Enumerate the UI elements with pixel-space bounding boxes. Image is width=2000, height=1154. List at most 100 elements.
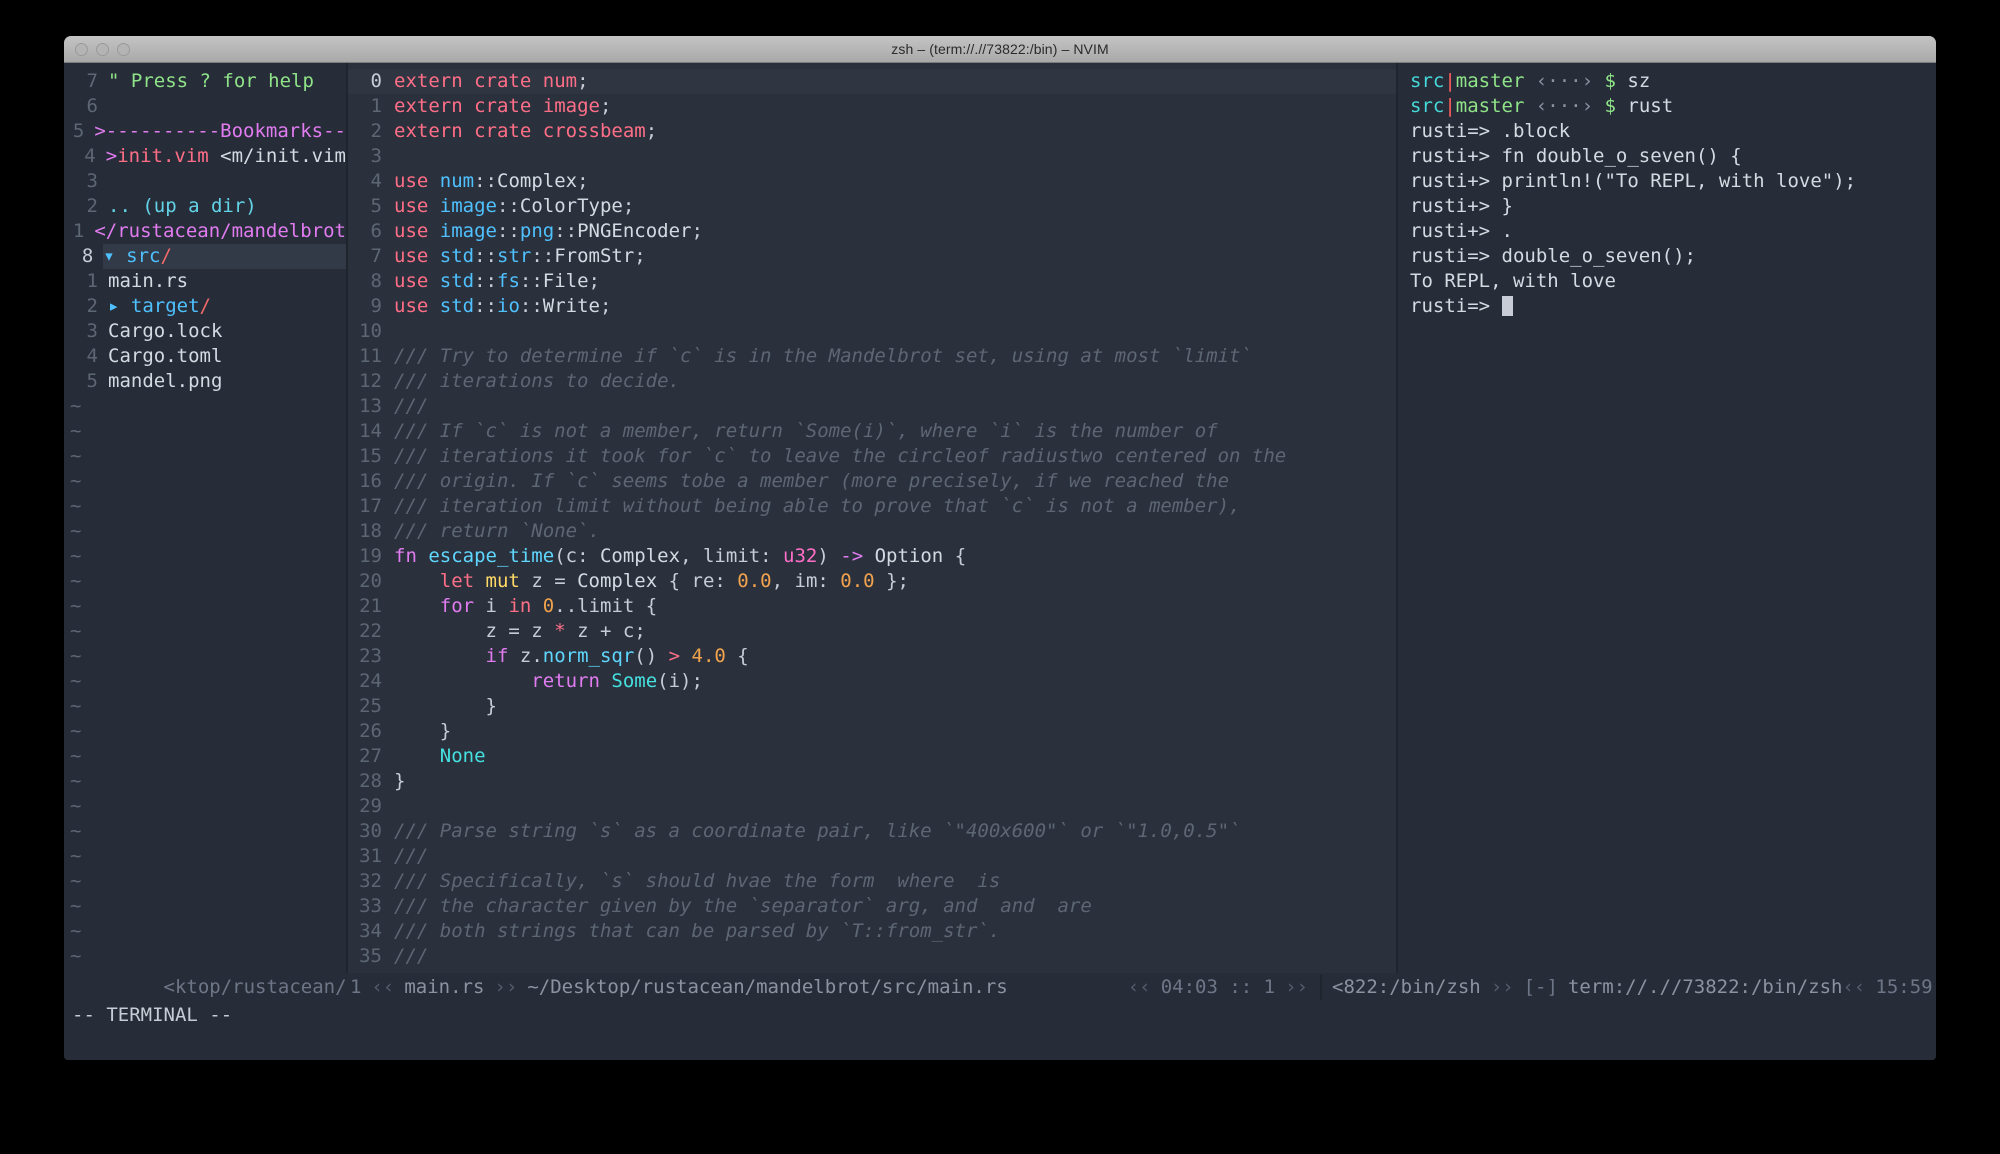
- code-line-number: 13: [359, 395, 382, 417]
- statusline-term-pos-sep-left: ‹‹: [1842, 975, 1866, 998]
- nerdtree-filler-row: ~: [64, 669, 346, 694]
- nerdtree-row[interactable]: 3 Cargo.lock: [64, 319, 346, 344]
- code-line[interactable]: 15 /// iterations it took for `c` to leav…: [348, 444, 1396, 469]
- nerdtree-row[interactable]: 6: [64, 94, 346, 119]
- nerdtree-row[interactable]: 3: [64, 169, 346, 194]
- code-line-text: }: [439, 720, 452, 742]
- code-buffer[interactable]: 0 extern crate num; 1 extern crate image; 2 e…: [346, 63, 1396, 973]
- statusline-buffer-number: 1: [350, 975, 362, 998]
- code-line[interactable]: 11 /// Try to determine if `c` is in the …: [348, 344, 1396, 369]
- code-line[interactable]: 16 /// origin. If `c` seems tobe a member…: [348, 469, 1396, 494]
- nerdtree-entry[interactable]: Cargo.toml: [108, 344, 222, 369]
- nerdtree-line-number: 8: [81, 245, 94, 267]
- nerdtree-row[interactable]: 1 main.rs: [64, 269, 346, 294]
- nerdtree-sidebar[interactable]: 7 " Press ? for help 6 5 >----------Bookmark…: [64, 63, 346, 973]
- terminal-line: rusti+> }: [1398, 194, 1936, 219]
- nerdtree-row[interactable]: 2 .. (up a dir): [64, 194, 346, 219]
- code-line[interactable]: 17 /// iteration limit without being able…: [348, 494, 1396, 519]
- tilde-marker: ~: [70, 470, 82, 492]
- code-line[interactable]: 5 use image::ColorType;: [348, 194, 1396, 219]
- nerdtree-entry[interactable]: >init.vim <m/init.vim: [106, 144, 346, 169]
- prompt-dir: src: [1410, 70, 1445, 92]
- code-line[interactable]: 31 ///: [348, 844, 1396, 869]
- tilde-marker: ~: [70, 395, 82, 417]
- code-line[interactable]: 14 /// If `c` is not a member, return `So…: [348, 419, 1396, 444]
- nerdtree-row[interactable]: 5 mandel.png: [64, 369, 346, 394]
- code-line[interactable]: 2 extern crate crossbeam;: [348, 119, 1396, 144]
- code-line[interactable]: 4 use num::Complex;: [348, 169, 1396, 194]
- code-line[interactable]: 13 ///: [348, 394, 1396, 419]
- code-line[interactable]: 8 use std::fs::File;: [348, 269, 1396, 294]
- nerdtree-line-number: 2: [86, 295, 98, 317]
- code-line[interactable]: 27 None: [348, 744, 1396, 769]
- code-line-text: /// iterations it took for `c` to leave …: [394, 445, 1287, 467]
- code-line[interactable]: 25 }: [348, 694, 1396, 719]
- code-line-text: }: [394, 770, 406, 792]
- code-line[interactable]: 12 /// iterations to decide.: [348, 369, 1396, 394]
- cmdline-mode: -- TERMINAL --: [72, 1004, 233, 1026]
- code-line[interactable]: 22 z = z * z + c;: [348, 619, 1396, 644]
- code-line-text: z = z * z + c;: [485, 620, 646, 642]
- nerdtree-entry[interactable]: Cargo.lock: [108, 319, 222, 344]
- code-line-number: 32: [359, 870, 382, 892]
- code-line-text: ///: [394, 945, 429, 967]
- nerdtree-row[interactable]: 7 " Press ? for help: [64, 69, 346, 94]
- code-line[interactable]: 1 extern crate image;: [348, 94, 1396, 119]
- code-line-number: 4: [370, 170, 382, 192]
- nerdtree-entry[interactable]: main.rs: [108, 269, 188, 294]
- nerdtree-entry[interactable]: .. (up a dir): [108, 194, 257, 219]
- code-line-number: 14: [359, 420, 382, 442]
- code-line[interactable]: 3: [348, 144, 1396, 169]
- nerdtree-entry[interactable]: " Press ? for help: [108, 69, 314, 94]
- nerdtree-entry[interactable]: ▾ src/: [103, 244, 346, 269]
- nerdtree-entry-label: Cargo.toml: [108, 345, 223, 367]
- nerdtree-row[interactable]: 4 >init.vim <m/init.vim: [64, 144, 346, 169]
- code-line[interactable]: 28}: [348, 769, 1396, 794]
- code-line[interactable]: 30 /// Parse string `s` as a coordinate p…: [348, 819, 1396, 844]
- code-line-number: 15: [359, 445, 382, 467]
- code-line[interactable]: 24 return Some(i);: [348, 669, 1396, 694]
- code-line[interactable]: 32 /// Specifically, `s` should hvae the …: [348, 869, 1396, 894]
- nerdtree-entry[interactable]: ▸ target/: [108, 294, 211, 319]
- code-line-number: 28: [359, 770, 382, 792]
- code-line[interactable]: 10: [348, 319, 1396, 344]
- nerdtree-line-number: 5: [72, 120, 85, 142]
- nerdtree-row[interactable]: 8 ▾ src/: [64, 244, 346, 269]
- code-line[interactable]: 6 use image::png::PNGEncoder;: [348, 219, 1396, 244]
- code-line[interactable]: 21 for i in 0..limit {: [348, 594, 1396, 619]
- terminal-line: rusti+> println!("To REPL, with love");: [1398, 169, 1936, 194]
- nerdtree-row[interactable]: 2 ▸ target/: [64, 294, 346, 319]
- code-line-number: 25: [359, 695, 382, 717]
- nerdtree-line-number: 3: [86, 320, 98, 342]
- nerdtree-row[interactable]: 1 </rustacean/mandelbrot: [64, 219, 346, 244]
- nerdtree-entry[interactable]: </rustacean/mandelbrot: [94, 219, 346, 244]
- prompt-sigil: $: [1604, 95, 1616, 117]
- code-line[interactable]: 9 use std::io::Write;: [348, 294, 1396, 319]
- nerdtree-row[interactable]: 4 Cargo.toml: [64, 344, 346, 369]
- code-line[interactable]: 18 /// return `None`.: [348, 519, 1396, 544]
- code-line[interactable]: 23 if z.norm_sqr() > 4.0 {: [348, 644, 1396, 669]
- code-line-number: 19: [359, 545, 382, 567]
- nerdtree-filler-row: ~: [64, 419, 346, 444]
- code-line-number: 5: [370, 195, 382, 217]
- code-line-number: 23: [359, 645, 382, 667]
- tilde-marker: ~: [70, 795, 82, 817]
- nerdtree-entry[interactable]: >----------Bookmarks--: [94, 119, 346, 144]
- nerdtree-row[interactable]: 5 >----------Bookmarks--: [64, 119, 346, 144]
- code-line-number: 3: [370, 145, 382, 167]
- code-line-number: 12: [359, 370, 382, 392]
- code-line[interactable]: 7 use std::str::FromStr;: [348, 244, 1396, 269]
- code-line[interactable]: 20 let mut z = Complex { re: 0.0, im: 0.…: [348, 569, 1396, 594]
- code-line[interactable]: 0 extern crate num;: [348, 69, 1396, 94]
- code-line[interactable]: 29: [348, 794, 1396, 819]
- code-line-number: 20: [359, 570, 382, 592]
- code-line-text: use num::Complex;: [394, 170, 589, 192]
- code-line[interactable]: 33 /// the character given by the `separa…: [348, 894, 1396, 919]
- code-line[interactable]: 19 fn escape_time(c: Complex, limit: u32)…: [348, 544, 1396, 569]
- code-line[interactable]: 26 }: [348, 719, 1396, 744]
- terminal-buffer[interactable]: src|master ‹···› $ sz src|master ‹···› $ …: [1396, 63, 1936, 973]
- nerdtree-entry-label: >init.vim <m/init.vim: [105, 145, 346, 167]
- code-line[interactable]: 35 ///: [348, 944, 1396, 969]
- code-line[interactable]: 34 /// both strings that can be parsed by…: [348, 919, 1396, 944]
- nerdtree-entry[interactable]: mandel.png: [108, 369, 222, 394]
